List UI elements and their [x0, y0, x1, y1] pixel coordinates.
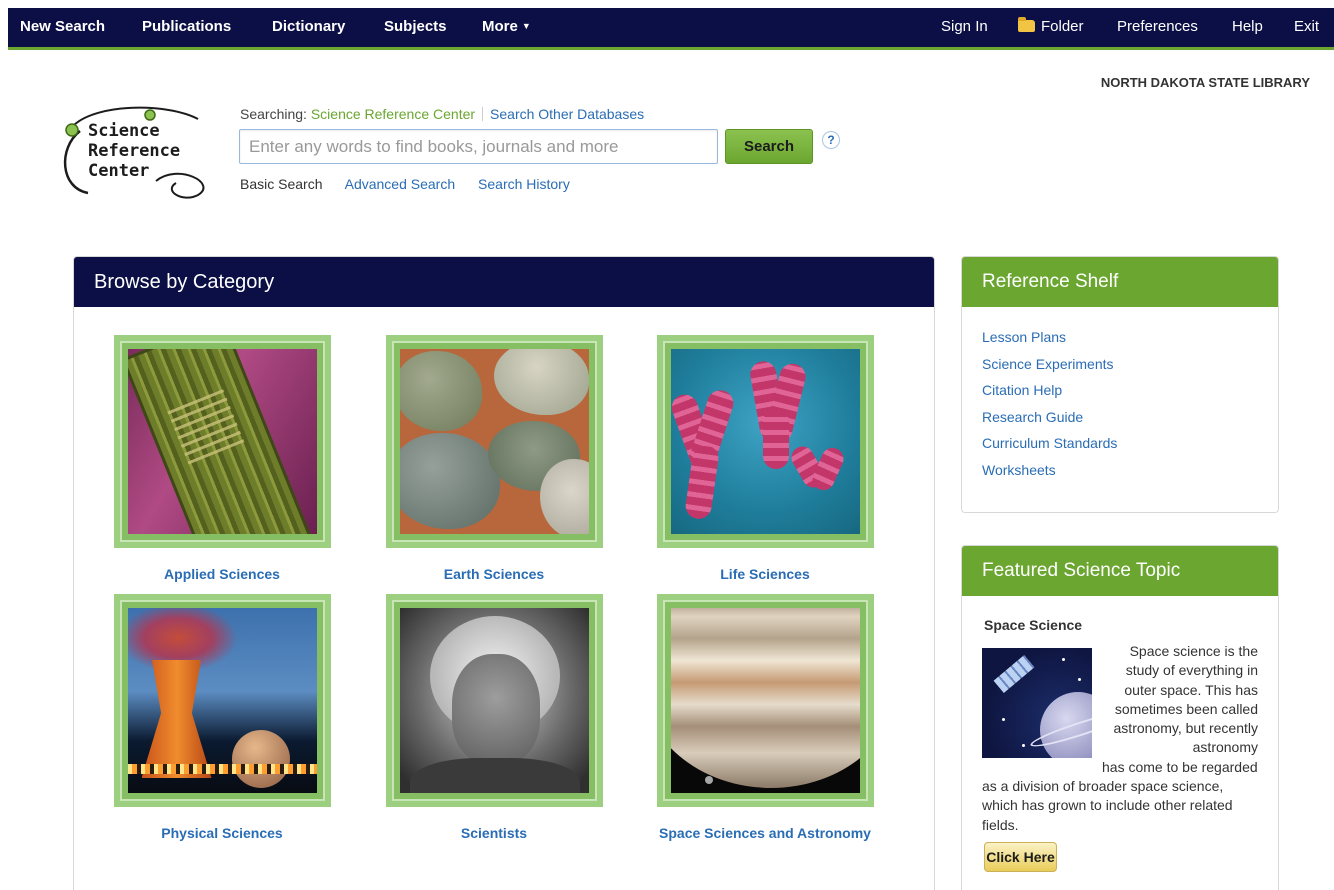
- browse-panel-title: Browse by Category: [74, 257, 934, 307]
- reference-shelf-panel: Reference Shelf Lesson Plans Science Exp…: [961, 256, 1279, 513]
- chevron-down-icon: ▼: [521, 21, 531, 31]
- nav-new-search[interactable]: New Search: [20, 18, 105, 35]
- science-reference-center-logo[interactable]: Science Reference Center: [58, 103, 218, 208]
- category-life-sciences: Life Sciences: [650, 335, 880, 582]
- shelf-link-curriculum-standards[interactable]: Curriculum Standards: [982, 435, 1278, 462]
- reference-shelf-title: Reference Shelf: [962, 257, 1278, 307]
- shelf-link-science-experiments[interactable]: Science Experiments: [982, 356, 1278, 383]
- shelf-link-lesson-plans[interactable]: Lesson Plans: [982, 329, 1278, 356]
- category-tile[interactable]: [656, 594, 874, 807]
- browse-by-category-panel: Browse by Category Applied Sciences Eart…: [73, 256, 935, 890]
- nav-preferences[interactable]: Preferences: [1117, 18, 1198, 35]
- searching-info: Searching: Science Reference Center Searc…: [240, 106, 644, 122]
- chromosomes-image: [670, 349, 860, 534]
- logo-line-3: Center: [88, 161, 150, 181]
- logo-line-1: Science: [88, 121, 160, 141]
- nav-dictionary[interactable]: Dictionary: [272, 18, 345, 35]
- category-label[interactable]: Space Sciences and Astronomy: [650, 825, 880, 841]
- search-input[interactable]: [239, 129, 718, 164]
- featured-topic-description: Space science is the study of everything…: [982, 642, 1258, 835]
- featured-topic-name: Space Science: [984, 617, 1083, 633]
- current-database: Science Reference Center: [310, 106, 476, 122]
- category-label[interactable]: Physical Sciences: [107, 825, 337, 841]
- basic-search-link[interactable]: Basic Search: [240, 176, 322, 192]
- nav-exit[interactable]: Exit: [1294, 18, 1319, 35]
- divider: [482, 107, 484, 121]
- category-tile[interactable]: [113, 594, 331, 807]
- nav-more-menu[interactable]: More ▼: [482, 18, 531, 35]
- nav-publications[interactable]: Publications: [142, 18, 231, 35]
- shelf-link-citation-help[interactable]: Citation Help: [982, 382, 1278, 409]
- institution-name: NORTH DAKOTA STATE LIBRARY: [1100, 75, 1310, 90]
- search-history-link[interactable]: Search History: [478, 176, 570, 192]
- rocks-image: [399, 349, 589, 534]
- category-physical-sciences: Physical Sciences: [107, 594, 337, 841]
- search-other-databases-link[interactable]: Search Other Databases: [490, 106, 644, 122]
- category-tile[interactable]: [385, 335, 603, 548]
- nav-help[interactable]: Help: [1232, 18, 1263, 35]
- scientist-portrait-image: [399, 608, 589, 793]
- search-mode-links: Basic Search Advanced Search Search Hist…: [240, 176, 589, 192]
- advanced-search-link[interactable]: Advanced Search: [345, 176, 456, 192]
- power-plant-image: [127, 608, 317, 793]
- featured-text-continued: has come to be regarded as a division of…: [982, 758, 1258, 833]
- category-label[interactable]: Life Sciences: [650, 566, 880, 582]
- category-label[interactable]: Earth Sciences: [379, 566, 609, 582]
- category-space-sciences: Space Sciences and Astronomy: [650, 594, 880, 841]
- category-label[interactable]: Applied Sciences: [107, 566, 337, 582]
- reference-shelf-list: Lesson Plans Science Experiments Citatio…: [962, 307, 1278, 489]
- category-tile[interactable]: [385, 594, 603, 807]
- nav-folder-label: Folder: [1041, 18, 1084, 35]
- category-applied-sciences: Applied Sciences: [107, 335, 337, 582]
- logo-line-2: Reference: [88, 141, 181, 161]
- category-earth-sciences: Earth Sciences: [379, 335, 609, 582]
- top-navigation-bar: New Search Publications Dictionary Subje…: [8, 8, 1334, 50]
- shelf-link-research-guide[interactable]: Research Guide: [982, 409, 1278, 436]
- nav-more-label: More: [482, 18, 518, 35]
- nav-sign-in[interactable]: Sign In: [941, 18, 988, 35]
- search-button[interactable]: Search: [725, 129, 813, 164]
- nav-folder[interactable]: Folder: [1018, 17, 1084, 35]
- logo-wordmark: Science Reference Center: [88, 121, 180, 181]
- help-question-icon[interactable]: ?: [822, 131, 840, 149]
- shelf-link-worksheets[interactable]: Worksheets: [982, 462, 1278, 489]
- category-label[interactable]: Scientists: [379, 825, 609, 841]
- category-tile[interactable]: [113, 335, 331, 548]
- click-here-button[interactable]: Click Here: [984, 842, 1057, 872]
- jupiter-image: [670, 608, 860, 793]
- circuit-board-image: [127, 349, 317, 534]
- nav-subjects[interactable]: Subjects: [384, 18, 447, 35]
- featured-topic-title: Featured Science Topic: [962, 546, 1278, 596]
- folder-icon: [1018, 17, 1035, 32]
- searching-label: Searching:: [240, 106, 307, 122]
- category-scientists: Scientists: [379, 594, 609, 841]
- featured-topic-panel: Featured Science Topic Space Science Spa…: [961, 545, 1279, 890]
- category-tile[interactable]: [656, 335, 874, 548]
